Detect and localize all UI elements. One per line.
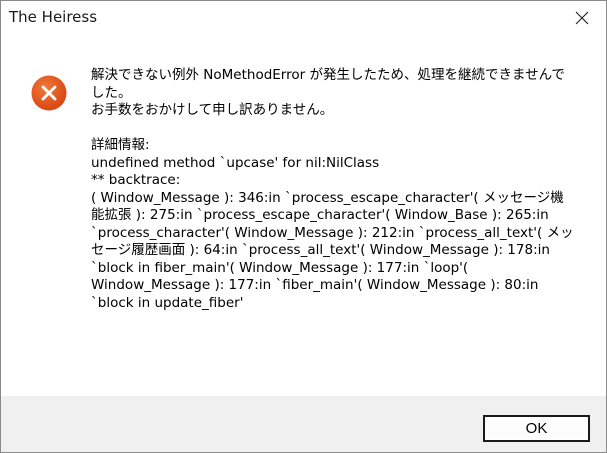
title-bar: The Heiress [1,1,606,35]
dialog-content: 解決できない例外 NoMethodError が発生したため、処理を継続できませ… [1,35,606,396]
button-bar: OK [1,396,606,452]
error-dialog: The Heiress 解決できない例外 NoMethodError が発生した… [0,0,607,453]
error-message: 解決できない例外 NoMethodError が発生したため、処理を継続できませ… [91,67,574,311]
close-icon [575,11,589,25]
ok-button[interactable]: OK [483,415,590,442]
window-title: The Heiress [9,8,98,26]
error-circle-icon [31,75,67,111]
ok-button-label: OK [525,420,548,437]
close-button[interactable] [568,5,596,31]
